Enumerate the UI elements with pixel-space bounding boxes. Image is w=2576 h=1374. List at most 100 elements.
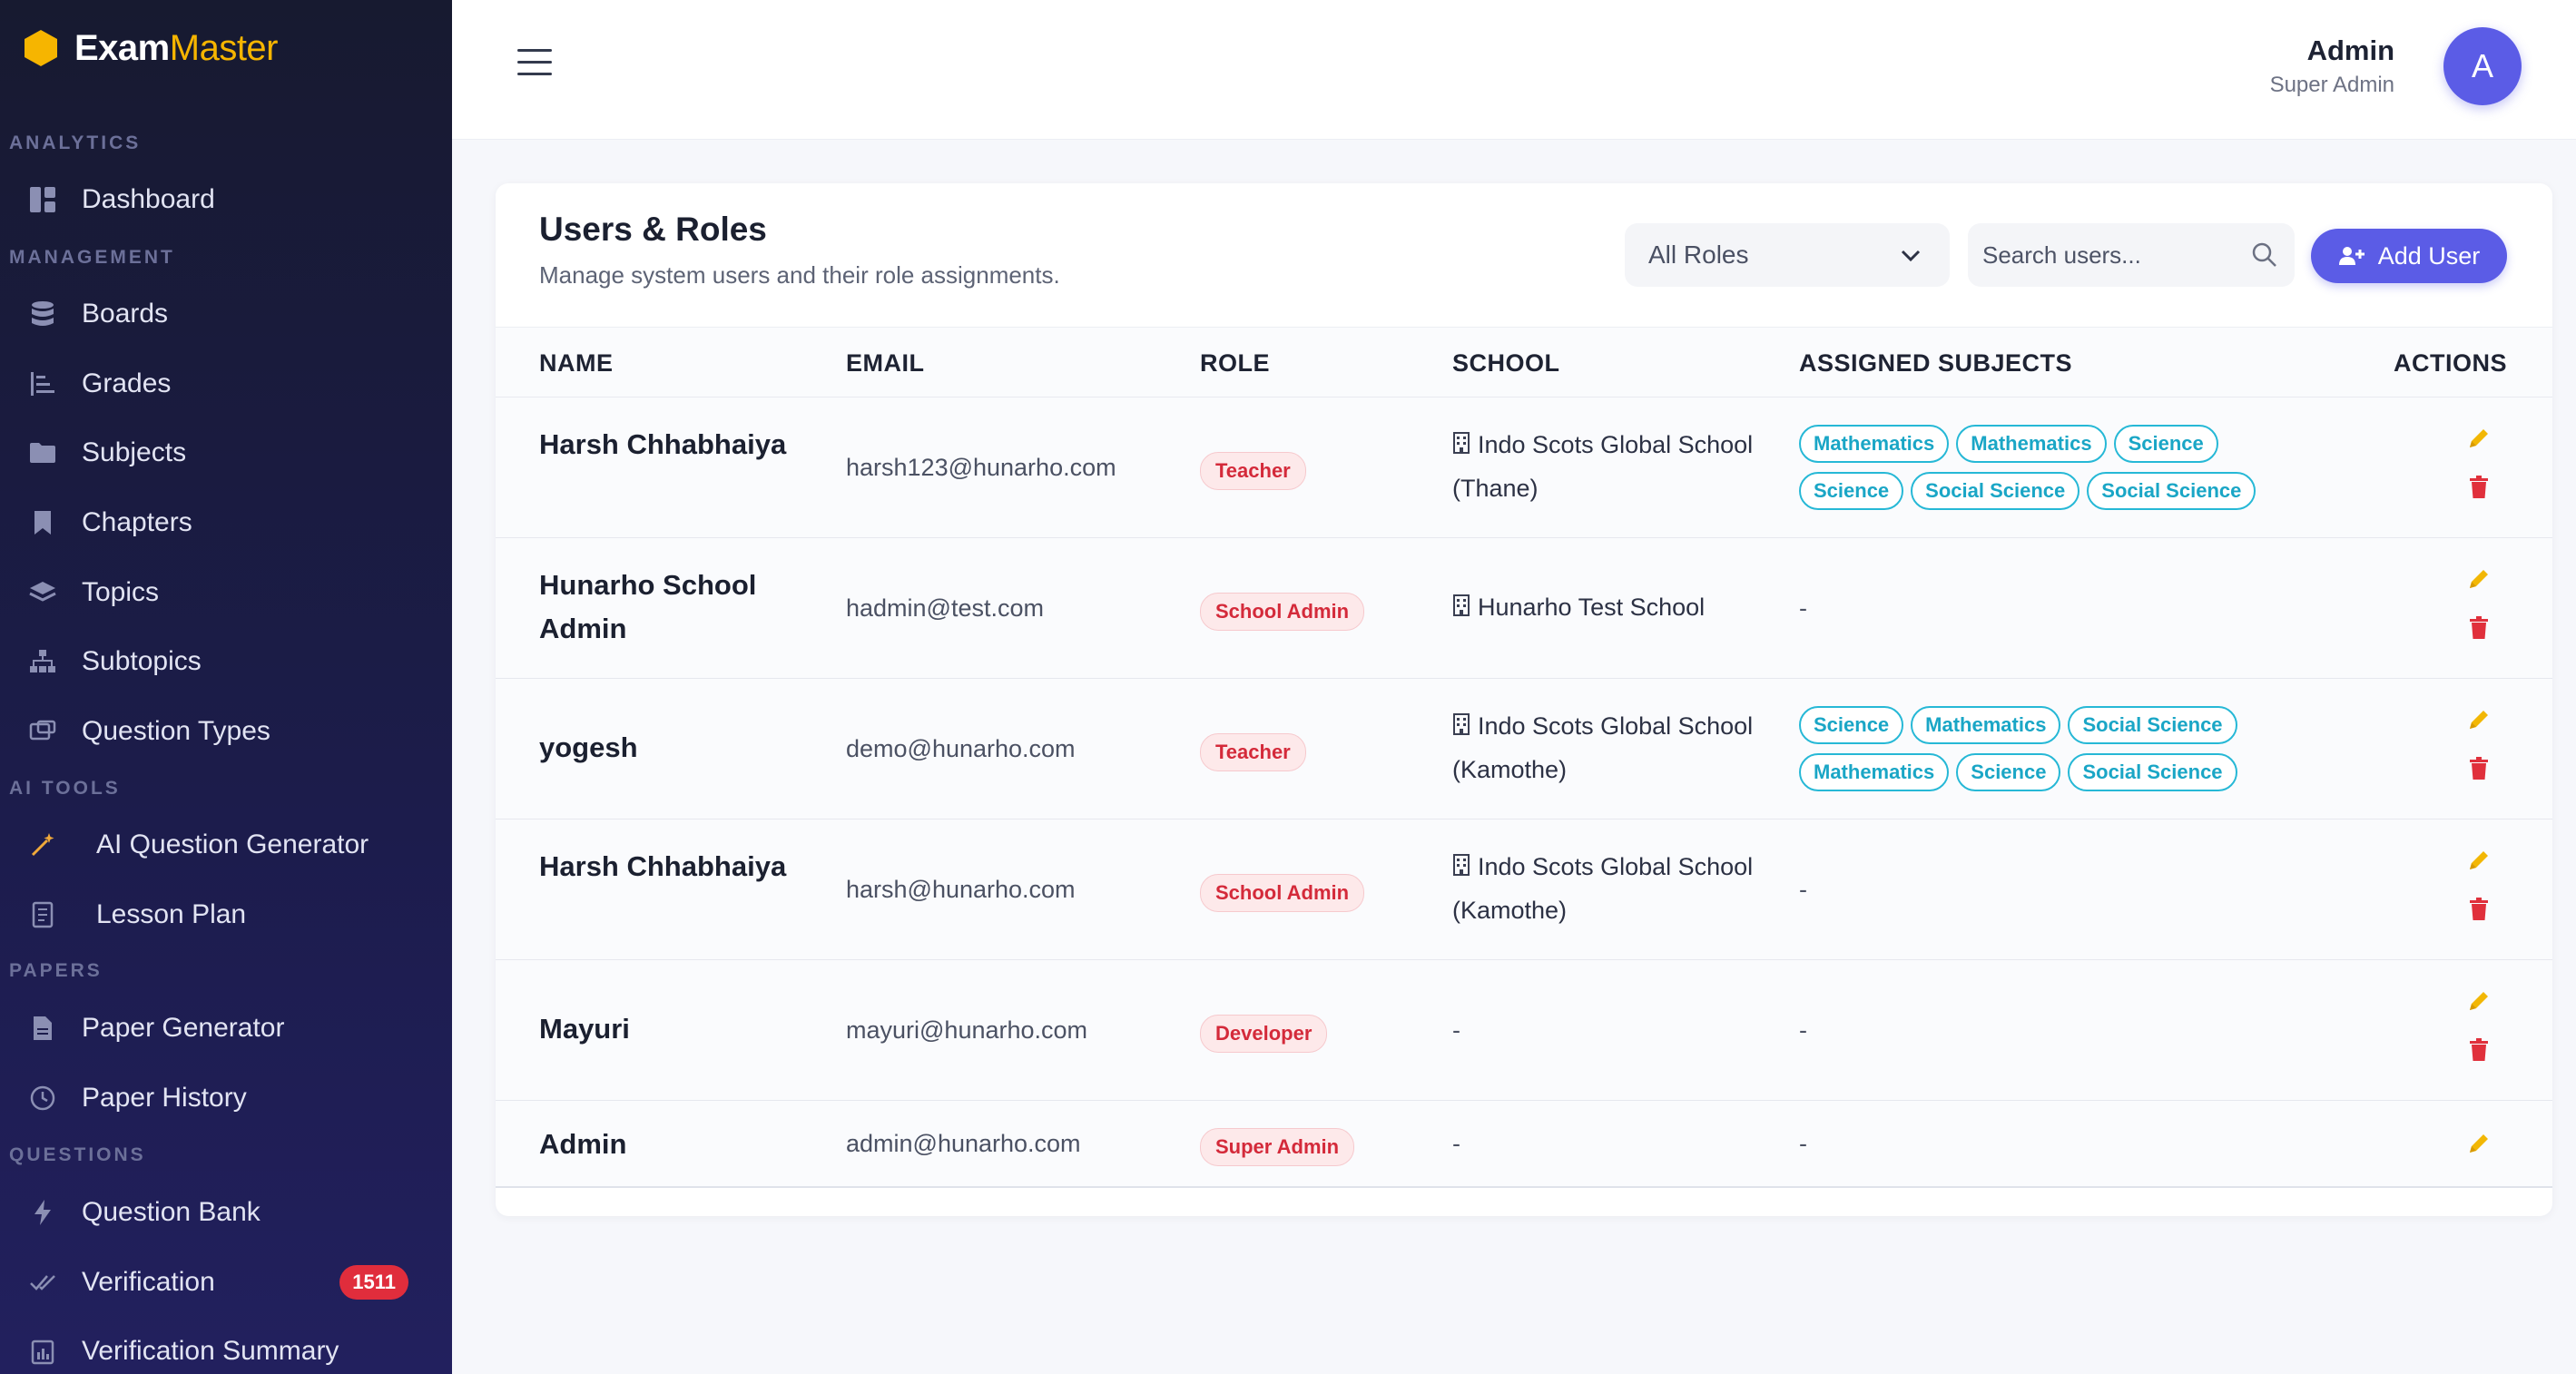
notebook-icon bbox=[27, 899, 58, 930]
search-icon[interactable] bbox=[2251, 241, 2278, 269]
trash-icon bbox=[2470, 1038, 2488, 1061]
sidebar-item-dashboard[interactable]: Dashboard bbox=[0, 173, 452, 226]
bookmark-icon bbox=[27, 507, 58, 538]
edit-button[interactable] bbox=[2465, 847, 2492, 874]
pencil-icon bbox=[2470, 711, 2488, 729]
user-name-cell: Harsh Chhabhaiya bbox=[539, 428, 787, 460]
sidebar-item-lesson-plan[interactable]: Lesson Plan bbox=[0, 888, 452, 941]
subjects-empty: - bbox=[1799, 1016, 1807, 1044]
trash-icon bbox=[2470, 616, 2488, 639]
sidebar-item-verification[interactable]: Verification 1511 bbox=[0, 1256, 452, 1309]
section-ai-tools: AI TOOLS bbox=[9, 778, 121, 799]
email-cell: harsh@hunarho.com bbox=[846, 876, 1076, 903]
subjects-cell: Science Mathematics Social Science Mathemat… bbox=[1799, 706, 2307, 800]
table-row: Hunarho School Admin hadmin@test.com Sch… bbox=[496, 538, 2552, 679]
double-check-icon bbox=[27, 1267, 58, 1298]
subject-chip: Science bbox=[1799, 472, 1904, 510]
col-subjects: ASSIGNED SUBJECTS bbox=[1799, 349, 2073, 377]
user-name-cell: Harsh Chhabhaiya bbox=[539, 850, 787, 882]
school-cell: Indo Scots Global School (Thane) bbox=[1452, 431, 1754, 502]
sitemap-icon bbox=[27, 646, 58, 677]
folder-icon bbox=[27, 437, 58, 468]
table-row: Harsh Chhabhaiya harsh123@hunarho.com Te… bbox=[496, 397, 2552, 538]
delete-button[interactable] bbox=[2465, 1036, 2492, 1064]
question-types-icon bbox=[27, 716, 58, 747]
subject-chip: Mathematics bbox=[1799, 753, 1950, 791]
menu-toggle-icon[interactable] bbox=[517, 49, 552, 76]
pencil-icon bbox=[2470, 570, 2488, 588]
sidebar-item-question-bank[interactable]: Question Bank bbox=[0, 1186, 452, 1239]
sidebar-item-paper-history[interactable]: Paper History bbox=[0, 1072, 452, 1124]
hexagon-logo-icon bbox=[25, 30, 57, 66]
subject-chip: Social Science bbox=[2068, 706, 2237, 744]
user-name-cell: Hunarho School Admin bbox=[539, 569, 757, 644]
edit-button[interactable] bbox=[2465, 987, 2492, 1015]
user-name-cell: Admin bbox=[539, 1128, 627, 1160]
user-name-cell: Mayuri bbox=[539, 1013, 630, 1045]
subject-chip: Science bbox=[2113, 425, 2218, 463]
subject-chip: Social Science bbox=[2087, 472, 2256, 510]
pencil-icon bbox=[2470, 1134, 2488, 1153]
search-input[interactable] bbox=[1982, 240, 2246, 270]
database-icon bbox=[27, 299, 58, 329]
sidebar-item-grades[interactable]: Grades bbox=[0, 358, 452, 410]
subject-chip: Mathematics bbox=[1956, 425, 2107, 463]
table-row: Admin admin@hunarho.com Super Admin - - bbox=[496, 1101, 2552, 1188]
trash-icon bbox=[2470, 898, 2488, 920]
table-row: Mayuri mayuri@hunarho.com Developer - - bbox=[496, 960, 2552, 1101]
sidebar-item-ai-question-generator[interactable]: AI Question Generator bbox=[0, 819, 452, 871]
delete-button[interactable] bbox=[2465, 896, 2492, 923]
brand-logo[interactable]: ExamMaster bbox=[24, 25, 279, 71]
edit-button[interactable] bbox=[2465, 1130, 2492, 1157]
user-info[interactable]: Admin Super Admin bbox=[2270, 34, 2394, 98]
email-cell: harsh123@hunarho.com bbox=[846, 454, 1116, 481]
email-cell: demo@hunarho.com bbox=[846, 735, 1076, 762]
delete-button[interactable] bbox=[2465, 474, 2492, 501]
dashboard-icon bbox=[27, 184, 58, 215]
sidebar-item-paper-generator[interactable]: Paper Generator bbox=[0, 1002, 452, 1055]
roles-filter-select[interactable]: All Roles bbox=[1625, 223, 1950, 287]
page-subtitle: Manage system users and their role assig… bbox=[539, 261, 1060, 289]
pencil-icon bbox=[2470, 992, 2488, 1010]
email-cell: admin@hunarho.com bbox=[846, 1130, 1081, 1157]
sidebar-item-subtopics[interactable]: Subtopics bbox=[0, 635, 452, 688]
subject-chip: Social Science bbox=[2068, 753, 2237, 791]
user-role: Super Admin bbox=[2269, 73, 2394, 97]
building-icon bbox=[1453, 594, 1470, 616]
sidebar-item-boards[interactable]: Boards bbox=[0, 288, 452, 340]
edit-button[interactable] bbox=[2465, 565, 2492, 593]
table-row: yogesh demo@hunarho.com Teacher Indo Sco… bbox=[496, 679, 2552, 819]
edit-button[interactable] bbox=[2465, 706, 2492, 733]
section-analytics: ANALYTICS bbox=[9, 132, 142, 153]
school-cell: Indo Scots Global School (Kamothe) bbox=[1452, 712, 1754, 783]
clipboard-chart-icon bbox=[27, 1336, 58, 1367]
delete-button[interactable] bbox=[2465, 755, 2492, 782]
history-icon bbox=[27, 1083, 58, 1114]
col-name: NAME bbox=[539, 349, 614, 377]
building-icon bbox=[1453, 854, 1470, 876]
school-empty: - bbox=[1452, 1016, 1460, 1044]
pencil-icon bbox=[2470, 429, 2488, 447]
sidebar-item-topics[interactable]: Topics bbox=[0, 566, 452, 619]
sidebar-item-subjects[interactable]: Subjects bbox=[0, 427, 452, 479]
lightning-icon bbox=[27, 1197, 58, 1228]
users-roles-card: Users & Roles Manage system users and th… bbox=[496, 183, 2552, 1216]
delete-button[interactable] bbox=[2465, 614, 2492, 642]
sidebar-item-chapters[interactable]: Chapters bbox=[0, 496, 452, 549]
building-icon bbox=[1453, 713, 1470, 735]
add-user-button[interactable]: Add User bbox=[2311, 229, 2507, 283]
section-papers: PAPERS bbox=[9, 960, 103, 981]
col-actions: ACTIONS bbox=[2394, 349, 2507, 377]
subject-chip: Science bbox=[1799, 706, 1904, 744]
sidebar-item-question-types[interactable]: Question Types bbox=[0, 705, 452, 758]
avatar[interactable]: A bbox=[2443, 27, 2522, 105]
document-icon bbox=[27, 1013, 58, 1044]
magic-wand-icon bbox=[27, 829, 58, 860]
verification-count-badge: 1511 bbox=[339, 1265, 408, 1300]
school-cell: Hunarho Test School bbox=[1452, 585, 1797, 629]
sidebar-item-verification-summary[interactable]: Verification Summary bbox=[0, 1325, 452, 1374]
edit-button[interactable] bbox=[2465, 425, 2492, 452]
col-school: SCHOOL bbox=[1452, 349, 1560, 377]
user-name: Admin bbox=[2306, 34, 2394, 66]
subjects-cell: Mathematics Mathematics Science Science Soci… bbox=[1799, 425, 2307, 519]
